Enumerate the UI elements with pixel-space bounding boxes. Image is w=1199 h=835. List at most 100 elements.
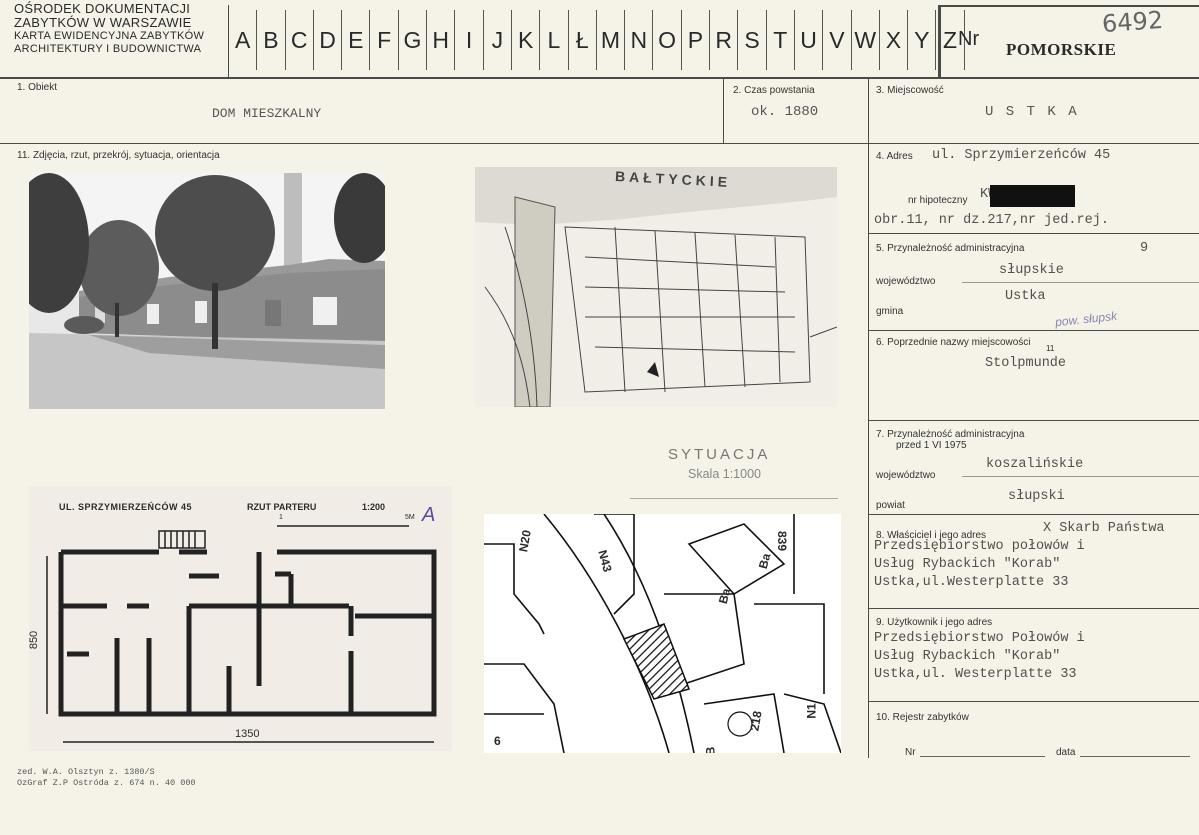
institution-city: Zabytków w Warszawie [14, 15, 192, 30]
powiat-value: słupski [1008, 489, 1065, 504]
divider [868, 143, 869, 758]
index-letter: I [455, 10, 484, 70]
wojewodztwo2-label: województwo [876, 470, 936, 481]
divider [869, 608, 1199, 609]
footer-line1: zed. W.A. Olsztyn z. 1380/S [17, 767, 155, 777]
floor-plan-drawing [46, 525, 437, 743]
index-letter: V [823, 10, 852, 70]
divider [228, 5, 229, 77]
alphabet-index: ABCDEFGHIJKLŁMNOPRSTUVWXYZ [229, 10, 965, 70]
hipoteczny-value2: obr.11, nr dz.217,nr jed.rej. [874, 213, 1109, 228]
uzytkownik-label: 9. Użytkownik i jego adres [876, 617, 993, 628]
index-letter: M [597, 10, 626, 70]
index-letter: K [512, 10, 541, 70]
divider [940, 5, 1199, 7]
divider [0, 143, 1199, 144]
floor-plan: UL. SPRZYMIERZEŃCÓW 45 RZUT PARTERU 1:20… [29, 486, 452, 751]
divider [869, 701, 1199, 702]
przynaleznosc-num: 9 [1140, 241, 1149, 256]
divider [868, 79, 869, 143]
gmina-handwritten: pow. słupsk [1054, 308, 1118, 330]
header-divider [0, 77, 1199, 79]
cadastral-label: B [703, 746, 718, 753]
index-letter: R [710, 10, 739, 70]
cadastral-label: N1 [804, 703, 819, 719]
plan-mark: A [422, 504, 436, 526]
rejestr-data-label: data [1056, 747, 1076, 758]
footer-line2: OzGraf Z.P Ostróda z. 674 n. 40 000 [17, 778, 196, 788]
przynaleznosc-label: 5. Przynależność administracyjna [876, 243, 1025, 254]
index-letter: D [314, 10, 343, 70]
miejscowosc-value: U S T K A [985, 104, 1079, 120]
redaction-box [990, 185, 1075, 207]
plan-scale-end: 5M [405, 514, 415, 521]
przynaleznosc-przed-label: 7. Przynależność administracyjna [876, 429, 1025, 440]
index-letter: T [767, 10, 795, 70]
uzytkownik-line1: Przedsiębiorstwo Połowów i [874, 631, 1085, 646]
divider [869, 330, 1199, 331]
adres-value: ul. Sprzymierzeńców 45 [932, 148, 1111, 163]
wlasciciel-line3: Ustka,ul.Westerplatte 33 [874, 575, 1069, 590]
index-letter: N [625, 10, 654, 70]
index-letter: H [427, 10, 456, 70]
divider [630, 498, 838, 499]
poprzednie-value: Stolpmunde [985, 356, 1067, 371]
cadastral-label: 6 [494, 734, 501, 748]
przed-date: przed 1 VI 1975 [896, 440, 967, 451]
index-letter: J [484, 10, 512, 70]
index-letter: P [682, 10, 711, 70]
divider [938, 5, 941, 77]
divider [723, 79, 724, 143]
index-letter: U [795, 10, 824, 70]
rejestr-nr-label: Nr [905, 747, 916, 758]
divider [962, 476, 1199, 477]
gmina-value: Ustka [1005, 289, 1046, 304]
plan-subtitle: RZUT PARTERU [247, 502, 317, 512]
plan-dim-horizontal: 1350 [235, 728, 260, 740]
divider [869, 420, 1199, 421]
divider [869, 514, 1199, 515]
wlasciciel-line1: Przedsiębiorstwo połowów i [874, 539, 1085, 554]
powiat-label: powiat [876, 500, 905, 511]
index-letter: O [653, 10, 682, 70]
uzytkownik-line2: Usług Rybackich "Korab" [874, 649, 1061, 664]
town-map: BAŁTYCKIE [475, 167, 837, 407]
miejscowosc-label: 3. Miejscowość [876, 85, 944, 96]
index-letter: Y [908, 10, 937, 70]
uzytkownik-line3: Ustka,ul. Westerplatte 33 [874, 667, 1077, 682]
plan-scale: 1:200 [362, 502, 386, 512]
index-letter: S [738, 10, 767, 70]
wlasciciel-line2: Usług Rybackich "Korab" [874, 557, 1061, 572]
rejestr-label: 10. Rejestr zabytków [876, 712, 969, 723]
divider [962, 282, 1199, 283]
poprzednie-label: 6. Poprzednie nazwy miejscowości [876, 337, 1031, 348]
gmina-label: gmina [876, 306, 904, 317]
card-type-line2: architektury i budownictwa [14, 43, 202, 55]
card-type-line1: Karta ewidencyjna zabytków [14, 30, 205, 42]
index-letter: E [342, 10, 371, 70]
wojewodztwo-value: słupskie [999, 263, 1064, 278]
situation-title: SYTUACJA [668, 446, 771, 463]
adres-label: 4. Adres [876, 151, 913, 162]
rejestr-nr-line [920, 756, 1045, 757]
obiekt-value: DOM MIESZKALNY [212, 106, 322, 121]
poprzednie-num: 11 [1046, 344, 1055, 353]
record-card: Ośrodek Dokumentacji Zabytków w Warszawi… [0, 0, 1199, 835]
situation-scale: Skala 1:1000 [688, 467, 761, 481]
index-letter: Ł [569, 10, 597, 70]
index-letter: W [852, 10, 880, 70]
divider [869, 233, 1199, 234]
institution-header: Ośrodek Dokumentacji Zabytków w Warszawi… [14, 2, 204, 56]
index-letter: X [880, 10, 909, 70]
rejestr-data-line [1080, 756, 1190, 757]
obiekt-label: 1. Obiekt [17, 82, 58, 93]
index-letter: F [370, 10, 399, 70]
index-letter: C [286, 10, 314, 70]
plan-dim-vertical: 850 [29, 630, 41, 650]
czas-label: 2. Czas powstania [733, 85, 815, 96]
hipoteczny-label: nr hipoteczny [908, 195, 968, 206]
handwritten-number: 6492 [1101, 5, 1164, 39]
zdjecia-label: 11. Zdjęcia, rzut, przekrój, sytuacja, o… [17, 150, 220, 161]
region-stamp: POMORSKIE [1006, 40, 1117, 59]
czas-value: ok. 1880 [751, 104, 819, 120]
